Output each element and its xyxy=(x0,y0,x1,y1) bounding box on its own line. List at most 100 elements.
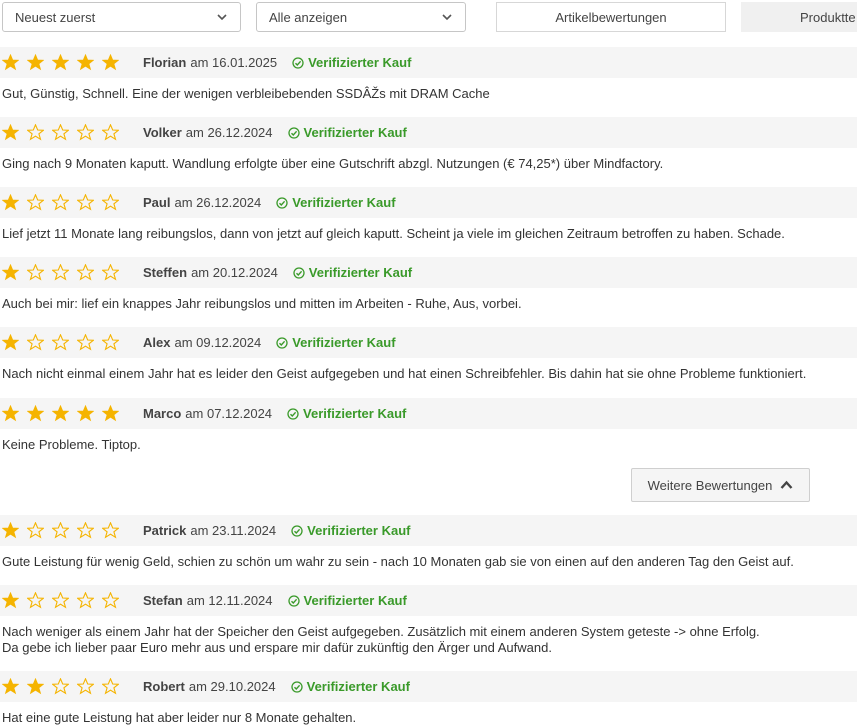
star-empty-icon xyxy=(77,124,94,141)
star-filled-icon xyxy=(27,678,44,695)
review-item: Marco am 07.12.2024 Verifizierter Kauf Kein… xyxy=(0,398,857,453)
review-item: Steffen am 20.12.2024 Verifizierter Kauf Au… xyxy=(0,257,857,312)
review-text-line: Gut, Günstig, Schnell. Eine der wenigen … xyxy=(2,86,490,101)
tab-article-reviews[interactable]: Artikelbewertungen xyxy=(496,2,726,32)
filter-select-value: Alle anzeigen xyxy=(269,9,348,25)
review-author: Alex xyxy=(143,335,171,350)
star-filled-icon xyxy=(2,54,19,71)
star-rating xyxy=(2,194,127,211)
star-filled-icon xyxy=(2,334,19,351)
review-text: Lief jetzt 11 Monate lang reibungslos, d… xyxy=(0,218,857,242)
review-author: Volker xyxy=(143,125,182,140)
review-text: Nach nicht einmal einem Jahr hat es leid… xyxy=(0,358,857,382)
review-item: Patrick am 23.11.2024 Verifizierter Kauf Gu… xyxy=(0,515,857,570)
star-empty-icon xyxy=(77,264,94,281)
review-text: Hat eine gute Leistung hat aber leider n… xyxy=(0,702,857,726)
chevron-down-icon xyxy=(442,14,452,21)
star-empty-icon xyxy=(52,194,69,211)
verified-badge: Verifizierter Kauf xyxy=(276,335,396,350)
star-filled-icon xyxy=(2,405,19,422)
check-circle-icon xyxy=(287,407,299,420)
verified-badge: Verifizierter Kauf xyxy=(287,125,407,140)
star-filled-icon xyxy=(52,54,69,71)
star-rating xyxy=(2,678,127,695)
star-rating xyxy=(2,264,127,281)
star-empty-icon xyxy=(52,678,69,695)
tab-article-reviews-label: Artikelbewertungen xyxy=(555,9,667,25)
review-item: Florian am 16.01.2025 Verifizierter Kauf Gu… xyxy=(0,47,857,102)
star-empty-icon xyxy=(52,124,69,141)
star-empty-icon xyxy=(102,522,119,539)
star-filled-icon xyxy=(102,54,119,71)
review-toolbar: Neuest zuerst Alle anzeigen Artikelbewer… xyxy=(0,0,857,36)
review-header: Paul am 26.12.2024 Verifizierter Kauf xyxy=(0,187,857,218)
review-header: Patrick am 23.11.2024 Verifizierter Kauf xyxy=(0,515,857,546)
review-item: Alex am 09.12.2024 Verifizierter Kauf Nach … xyxy=(0,327,857,382)
check-circle-icon xyxy=(287,126,300,139)
check-circle-icon xyxy=(276,196,288,209)
star-empty-icon xyxy=(102,678,119,695)
review-header: Marco am 07.12.2024 Verifizierter Kauf xyxy=(0,398,857,429)
review-author: Marco xyxy=(143,406,182,421)
review-item: Stefan am 12.11.2024 Verifizierter Kauf Nac… xyxy=(0,585,857,656)
verified-label: Verifizierter Kauf xyxy=(306,679,410,694)
review-date: am 26.12.2024 xyxy=(185,125,273,140)
verified-label: Verifizierter Kauf xyxy=(307,523,411,538)
star-rating xyxy=(2,405,127,422)
review-text-line: Hat eine gute Leistung hat aber leider n… xyxy=(2,710,357,725)
sort-select[interactable]: Neuest zuerst xyxy=(2,2,241,32)
verified-badge: Verifizierter Kauf xyxy=(291,523,410,538)
star-filled-icon xyxy=(77,405,94,422)
star-filled-icon xyxy=(2,264,19,281)
review-text-line: Lief jetzt 11 Monate lang reibungslos, d… xyxy=(2,226,785,241)
star-filled-icon xyxy=(52,405,69,422)
review-item: Robert am 29.10.2024 Verifizierter Kauf Hat… xyxy=(0,671,857,726)
verified-label: Verifizierter Kauf xyxy=(308,55,412,70)
star-empty-icon xyxy=(27,124,44,141)
star-empty-icon xyxy=(52,592,69,609)
verified-badge: Verifizierter Kauf xyxy=(290,679,410,694)
star-empty-icon xyxy=(102,124,119,141)
star-empty-icon xyxy=(102,334,119,351)
review-author: Robert xyxy=(143,679,185,694)
verified-label: Verifizierter Kauf xyxy=(303,593,407,608)
verified-label: Verifizierter Kauf xyxy=(303,406,407,421)
verified-badge: Verifizierter Kauf xyxy=(287,593,407,608)
tab-product-reviews-label: Produktte xyxy=(800,9,856,25)
star-empty-icon xyxy=(27,592,44,609)
star-filled-icon xyxy=(2,124,19,141)
more-reviews-button[interactable]: Weitere Bewertungen xyxy=(631,468,810,502)
review-text-line: Nach nicht einmal einem Jahr hat es leid… xyxy=(2,366,807,381)
review-date: am 20.12.2024 xyxy=(191,265,278,280)
review-date: am 16.01.2025 xyxy=(190,55,278,70)
chevron-up-icon xyxy=(781,480,793,489)
star-empty-icon xyxy=(102,592,119,609)
verified-badge: Verifizierter Kauf xyxy=(293,265,412,280)
tab-product-reviews[interactable]: Produktte xyxy=(741,2,857,32)
chevron-down-icon xyxy=(217,14,227,21)
star-filled-icon xyxy=(27,54,44,71)
review-header: Alex am 09.12.2024 Verifizierter Kauf xyxy=(0,327,857,358)
review-header: Volker am 26.12.2024 Verifizierter Kauf xyxy=(0,117,857,148)
review-text-line: Keine Probleme. Tiptop. xyxy=(2,437,141,452)
verified-badge: Verifizierter Kauf xyxy=(276,195,396,210)
review-author: Patrick xyxy=(143,523,187,538)
review-text: Nach weniger als einem Jahr hat der Spei… xyxy=(0,616,857,656)
review-date: am 29.10.2024 xyxy=(188,679,276,694)
review-header: Robert am 29.10.2024 Verifizierter Kauf xyxy=(0,671,857,702)
review-author: Steffen xyxy=(143,265,188,280)
star-empty-icon xyxy=(27,334,44,351)
review-text-line: Gute Leistung für wenig Geld, schien zu … xyxy=(2,554,794,569)
review-date: am 23.11.2024 xyxy=(190,523,277,538)
more-reviews-label: Weitere Bewertungen xyxy=(647,477,773,493)
check-circle-icon xyxy=(290,680,303,693)
verified-label: Verifizierter Kauf xyxy=(292,195,396,210)
star-rating xyxy=(2,124,127,141)
check-circle-icon xyxy=(291,524,303,537)
review-text-line: Auch bei mir: lief ein knappes Jahr reib… xyxy=(2,296,522,311)
review-author: Florian xyxy=(143,55,187,70)
review-header: Stefan am 12.11.2024 Verifizierter Kauf xyxy=(0,585,857,616)
review-text: Keine Probleme. Tiptop. xyxy=(0,429,857,453)
star-filled-icon xyxy=(77,54,94,71)
filter-select[interactable]: Alle anzeigen xyxy=(256,2,466,32)
